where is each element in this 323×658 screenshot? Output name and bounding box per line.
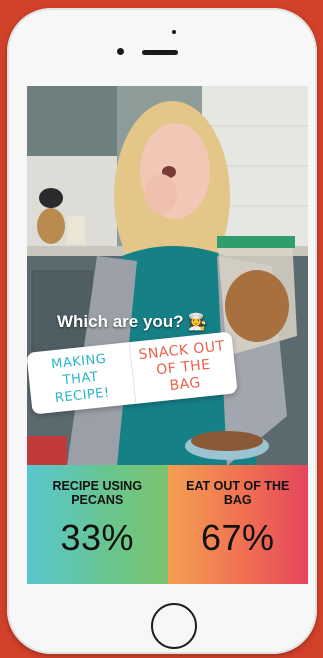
result-recipe: RECIPE USING PECANS 33% (27, 465, 168, 584)
result-label: RECIPE USING PECANS (52, 479, 143, 507)
poll-results: RECIPE USING PECANS 33% EAT OUT OF THE B… (27, 465, 308, 584)
chef-emoji-icon: 👩‍🍳 (187, 314, 208, 331)
result-bag: EAT OUT OF THE BAG 67% (167, 465, 308, 584)
poll-option-making-recipe[interactable]: MAKING THAT RECIPE! (27, 342, 136, 415)
home-button[interactable] (151, 603, 197, 649)
story-question: Which are you? 👩‍🍳 (57, 312, 208, 332)
sensor-icon (172, 30, 176, 34)
speaker-icon (142, 50, 178, 55)
camera-icon (117, 48, 124, 55)
poll-option-label: MAKING THAT RECIPE! (50, 351, 111, 406)
question-text: Which are you? (57, 312, 184, 331)
poll-option-label: SNACK OUT OF THE BAG (137, 337, 226, 394)
result-label: EAT OUT OF THE BAG (186, 479, 290, 507)
poll-option-snack-bag[interactable]: SNACK OUT OF THE BAG (129, 331, 237, 403)
result-percent: 33% (60, 517, 135, 558)
result-percent: 67% (200, 517, 275, 558)
story-screen: Which are you? 👩‍🍳 MAKING THAT RECIPE! SN… (27, 86, 308, 584)
